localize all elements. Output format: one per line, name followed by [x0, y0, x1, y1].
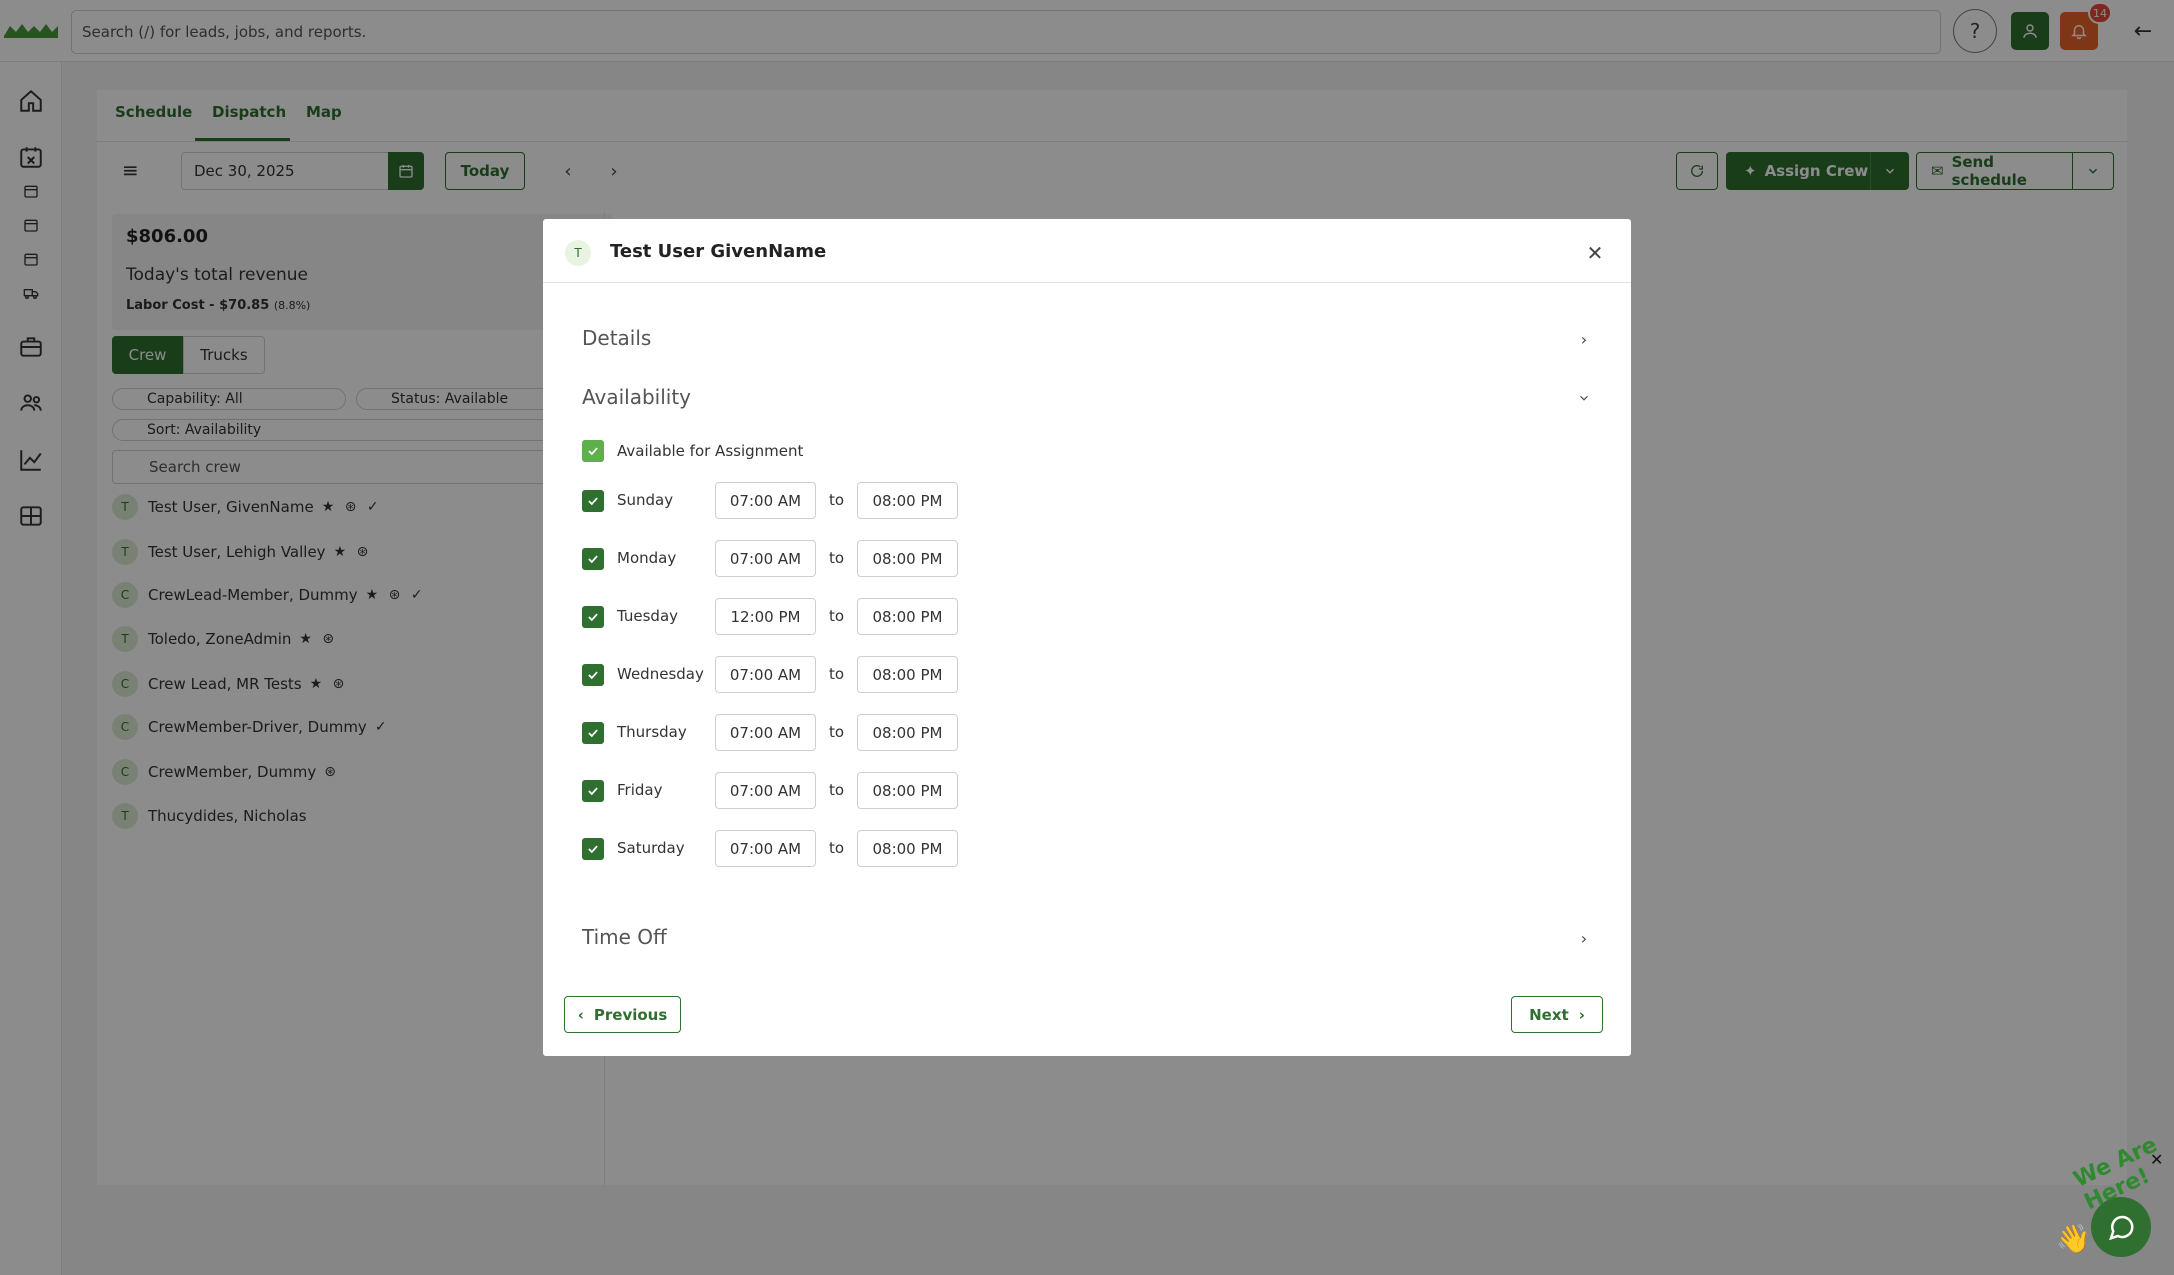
start-time-input[interactable]: 07:00 AM	[715, 656, 816, 693]
check-icon	[588, 447, 598, 456]
chat-launcher-button[interactable]	[2091, 1197, 2151, 1257]
check-icon	[588, 613, 598, 622]
friday-checkbox[interactable]	[582, 780, 604, 802]
chevron-right-icon: ›	[1578, 1005, 1585, 1024]
start-time-input[interactable]: 07:00 AM	[715, 772, 816, 809]
chevron-right-icon[interactable]: ›	[1574, 329, 1594, 349]
end-time-input[interactable]: 08:00 PM	[857, 830, 958, 867]
to-label: to	[829, 607, 845, 625]
to-label: to	[829, 665, 845, 683]
end-time-input[interactable]: 08:00 PM	[857, 714, 958, 751]
check-icon	[588, 729, 598, 738]
check-icon	[588, 845, 598, 854]
end-time-input[interactable]: 08:00 PM	[857, 656, 958, 693]
chevron-down-icon[interactable]	[1574, 388, 1594, 408]
next-label: Next	[1529, 1005, 1569, 1024]
saturday-checkbox[interactable]	[582, 838, 604, 860]
to-label: to	[829, 723, 845, 741]
day-label: Wednesday	[617, 665, 704, 683]
day-label: Saturday	[617, 839, 685, 857]
check-icon	[588, 787, 598, 796]
modal-avatar: T	[565, 240, 591, 266]
day-label: Monday	[617, 549, 677, 567]
chat-bubble-icon	[2109, 1215, 2134, 1241]
availability-section-header[interactable]: Availability	[582, 385, 691, 409]
time-off-section-header[interactable]: Time Off	[582, 925, 667, 949]
crew-member-modal	[543, 219, 1631, 1056]
check-icon	[588, 497, 598, 506]
thursday-checkbox[interactable]	[582, 722, 604, 744]
previous-label: Previous	[593, 1005, 668, 1024]
to-label: to	[829, 781, 845, 799]
details-section-header[interactable]: Details	[582, 326, 651, 350]
check-icon	[588, 555, 598, 564]
day-label: Friday	[617, 781, 663, 799]
day-label: Thursday	[617, 723, 687, 741]
previous-button[interactable]: ‹ Previous	[564, 996, 681, 1033]
start-time-input[interactable]: 12:00 PM	[715, 598, 816, 635]
sunday-checkbox[interactable]	[582, 490, 604, 512]
monday-checkbox[interactable]	[582, 548, 604, 570]
start-time-input[interactable]: 07:00 AM	[715, 830, 816, 867]
chevron-left-icon: ‹	[577, 1005, 584, 1024]
available-for-assignment-checkbox[interactable]	[582, 440, 604, 462]
end-time-input[interactable]: 08:00 PM	[857, 540, 958, 577]
to-label: to	[829, 491, 845, 509]
next-button[interactable]: Next ›	[1511, 996, 1603, 1033]
start-time-input[interactable]: 07:00 AM	[715, 540, 816, 577]
tuesday-checkbox[interactable]	[582, 606, 604, 628]
to-label: to	[829, 549, 845, 567]
check-icon	[588, 671, 598, 680]
day-label: Tuesday	[617, 607, 679, 625]
wednesday-checkbox[interactable]	[582, 664, 604, 686]
start-time-input[interactable]: 07:00 AM	[715, 714, 816, 751]
to-label: to	[829, 839, 845, 857]
chevron-right-icon[interactable]: ›	[1574, 928, 1594, 948]
end-time-input[interactable]: 08:00 PM	[857, 482, 958, 519]
day-label: Sunday	[617, 491, 674, 509]
end-time-input[interactable]: 08:00 PM	[857, 598, 958, 635]
start-time-input[interactable]: 07:00 AM	[715, 482, 816, 519]
modal-title: Test User GivenName	[610, 241, 827, 262]
available-for-assignment-label: Available for Assignment	[617, 442, 804, 460]
end-time-input[interactable]: 08:00 PM	[857, 772, 958, 809]
close-icon[interactable]: ✕	[1584, 241, 1606, 265]
waving-hand-icon: 👋	[2056, 1222, 2091, 1255]
